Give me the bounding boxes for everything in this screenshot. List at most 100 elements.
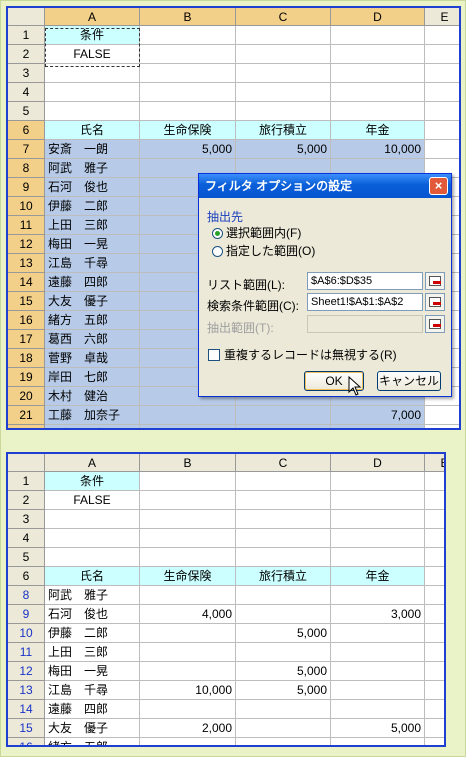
cell-a1[interactable]: 条件 <box>45 472 140 491</box>
cell-e8[interactable] <box>425 586 444 605</box>
row-header-11[interactable]: 11 <box>8 643 45 662</box>
cell-a13[interactable]: 江島 千尋 <box>45 254 140 273</box>
cell-c6[interactable]: 旅行積立 <box>236 567 331 586</box>
cell-c15[interactable] <box>236 719 331 738</box>
row-header-21[interactable]: 21 <box>8 406 45 425</box>
row-header-16[interactable]: 16 <box>8 738 45 745</box>
cell-c3[interactable] <box>236 510 331 529</box>
cell-b3[interactable] <box>140 510 236 529</box>
close-icon[interactable]: × <box>429 177 448 195</box>
column-header-c[interactable]: C <box>236 8 331 26</box>
cell-d11[interactable] <box>331 643 425 662</box>
cell-b14[interactable] <box>140 700 236 719</box>
cell-a6[interactable]: 氏名 <box>45 567 140 586</box>
cell-a4[interactable] <box>45 529 140 548</box>
criteria-range-input[interactable]: Sheet1!$A$1:$A$2 <box>307 293 423 311</box>
cell-b6[interactable]: 生命保険 <box>140 567 236 586</box>
cell-b22[interactable] <box>140 425 236 428</box>
cell-e1[interactable] <box>425 472 444 491</box>
cell-b11[interactable] <box>140 643 236 662</box>
cell-d7[interactable]: 10,000 <box>331 140 425 159</box>
cell-a2[interactable]: FALSE <box>45 491 140 510</box>
row-header-10[interactable]: 10 <box>8 624 45 643</box>
row-header-13[interactable]: 13 <box>8 681 45 700</box>
cell-a19[interactable]: 岸田 七郎 <box>45 368 140 387</box>
select-all-corner[interactable] <box>8 454 45 472</box>
row-header-17[interactable]: 17 <box>8 330 45 349</box>
cell-d4[interactable] <box>331 83 425 102</box>
cell-d2[interactable] <box>331 45 425 64</box>
cell-e16[interactable] <box>425 738 444 745</box>
row-header-3[interactable]: 3 <box>8 64 45 83</box>
cell-e12[interactable] <box>425 662 444 681</box>
cell-a7[interactable]: 安斎 一朗 <box>45 140 140 159</box>
row-header-4[interactable]: 4 <box>8 529 45 548</box>
cell-d1[interactable] <box>331 26 425 45</box>
cancel-button[interactable]: キャンセル <box>377 371 441 391</box>
cell-b4[interactable] <box>140 83 236 102</box>
cell-a12[interactable]: 梅田 一晃 <box>45 235 140 254</box>
cell-b15[interactable]: 2,000 <box>140 719 236 738</box>
cell-a17[interactable]: 葛西 六郎 <box>45 330 140 349</box>
row-header-9[interactable]: 9 <box>8 178 45 197</box>
cell-e15[interactable] <box>425 719 444 738</box>
row-header-11[interactable]: 11 <box>8 216 45 235</box>
column-header-c[interactable]: C <box>236 454 331 472</box>
row-header-5[interactable]: 5 <box>8 102 45 121</box>
cell-a3[interactable] <box>45 510 140 529</box>
cell-a14[interactable]: 遠藤 四郎 <box>45 700 140 719</box>
row-header-20[interactable]: 20 <box>8 387 45 406</box>
cell-e4[interactable] <box>425 529 444 548</box>
cell-a15[interactable]: 大友 優子 <box>45 292 140 311</box>
cell-a9[interactable]: 石河 俊也 <box>45 178 140 197</box>
cell-a14[interactable]: 遠藤 四郎 <box>45 273 140 292</box>
cell-b3[interactable] <box>140 64 236 83</box>
cell-a10[interactable]: 伊藤 二郎 <box>45 197 140 216</box>
cell-c2[interactable] <box>236 491 331 510</box>
cell-d15[interactable]: 5,000 <box>331 719 425 738</box>
cell-e9[interactable] <box>425 605 444 624</box>
cell-a5[interactable] <box>45 102 140 121</box>
cell-a16[interactable]: 緒方 五郎 <box>45 311 140 330</box>
cell-b13[interactable]: 10,000 <box>140 681 236 700</box>
cell-a18[interactable]: 菅野 卓哉 <box>45 349 140 368</box>
cell-b7[interactable]: 5,000 <box>140 140 236 159</box>
list-range-collapse-icon[interactable] <box>425 272 445 290</box>
cell-a13[interactable]: 江島 千尋 <box>45 681 140 700</box>
cell-e3[interactable] <box>425 510 444 529</box>
row-header-19[interactable]: 19 <box>8 368 45 387</box>
cell-a8[interactable]: 阿武 雅子 <box>45 159 140 178</box>
cell-e3[interactable] <box>425 64 459 83</box>
row-header-6[interactable]: 6 <box>8 121 45 140</box>
cell-e6[interactable] <box>425 567 444 586</box>
cell-c5[interactable] <box>236 548 331 567</box>
cell-c8[interactable] <box>236 586 331 605</box>
cell-c22[interactable] <box>236 425 331 428</box>
cell-d6[interactable]: 年金 <box>331 121 425 140</box>
cell-d4[interactable] <box>331 529 425 548</box>
cell-c12[interactable]: 5,000 <box>236 662 331 681</box>
row-header-1[interactable]: 1 <box>8 472 45 491</box>
column-header-a[interactable]: A <box>45 454 140 472</box>
cell-e6[interactable] <box>425 121 459 140</box>
select-all-corner[interactable] <box>8 8 45 26</box>
cell-d9[interactable]: 3,000 <box>331 605 425 624</box>
cell-a6[interactable]: 氏名 <box>45 121 140 140</box>
row-header-2[interactable]: 2 <box>8 45 45 64</box>
row-header-2[interactable]: 2 <box>8 491 45 510</box>
list-range-input[interactable]: $A$6:$D$35 <box>307 272 423 290</box>
cell-d8[interactable] <box>331 586 425 605</box>
row-header-5[interactable]: 5 <box>8 548 45 567</box>
cell-b2[interactable] <box>140 491 236 510</box>
cell-b1[interactable] <box>140 26 236 45</box>
cell-b5[interactable] <box>140 548 236 567</box>
cell-c14[interactable] <box>236 700 331 719</box>
cell-c10[interactable]: 5,000 <box>236 624 331 643</box>
cell-c5[interactable] <box>236 102 331 121</box>
cell-b5[interactable] <box>140 102 236 121</box>
cell-a4[interactable] <box>45 83 140 102</box>
cell-b1[interactable] <box>140 472 236 491</box>
cell-e13[interactable] <box>425 681 444 700</box>
row-header-10[interactable]: 10 <box>8 197 45 216</box>
cell-e21[interactable] <box>425 406 459 425</box>
